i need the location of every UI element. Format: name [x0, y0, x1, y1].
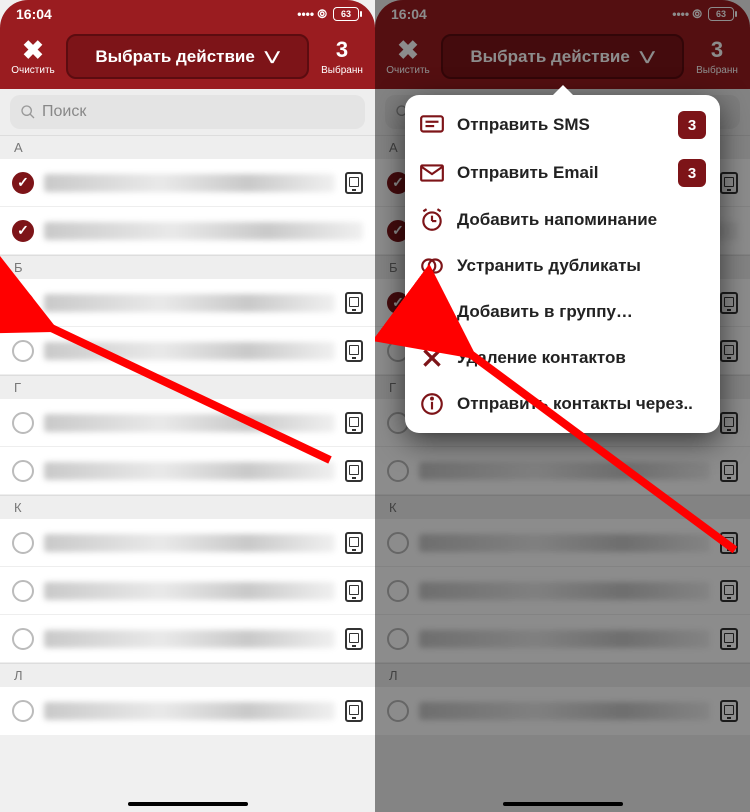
contact-row[interactable] — [0, 399, 375, 447]
contact-name-blur — [44, 174, 335, 192]
sms-icon — [419, 112, 445, 138]
phone-icon — [345, 292, 363, 314]
phone-icon — [345, 340, 363, 362]
contact-row[interactable] — [0, 519, 375, 567]
status-time: 16:04 — [16, 6, 52, 22]
section-header: Б — [0, 255, 375, 279]
search-input[interactable]: Поиск — [10, 95, 365, 129]
menu-delete-contacts[interactable]: Удаление контактов — [405, 335, 720, 381]
contact-row[interactable] — [0, 207, 375, 255]
checkbox-icon[interactable] — [12, 580, 34, 602]
copy-icon — [419, 299, 445, 325]
phone-icon — [345, 532, 363, 554]
menu-remove-duplicates[interactable]: Устранить дубликаты — [405, 243, 720, 289]
phone-icon — [345, 460, 363, 482]
checkbox-icon[interactable] — [12, 172, 34, 194]
checkbox-icon[interactable] — [12, 700, 34, 722]
section-header: Л — [0, 663, 375, 687]
phone-icon — [345, 580, 363, 602]
checkbox-icon[interactable] — [12, 292, 34, 314]
count-badge: 3 — [678, 111, 706, 139]
contact-name-blur — [44, 342, 335, 360]
contact-row[interactable] — [0, 687, 375, 735]
close-icon: ✖ — [22, 37, 44, 63]
delete-icon — [419, 345, 445, 371]
section-header: А — [0, 135, 375, 159]
menu-send-email[interactable]: Отправить Email 3 — [405, 149, 720, 197]
duplicates-icon — [419, 253, 445, 279]
phone-icon — [345, 700, 363, 722]
menu-share-contacts[interactable]: Отправить контакты через.. — [405, 381, 720, 427]
home-indicator[interactable] — [128, 802, 248, 806]
phone-icon — [345, 412, 363, 434]
screen-left: 16:04 •••• ⦾ 63 ✖ Очистить Выбрать дейст… — [0, 0, 375, 812]
phone-icon — [345, 628, 363, 650]
phone-icon — [345, 172, 363, 194]
search-wrapper: Поиск — [0, 89, 375, 135]
info-icon — [419, 391, 445, 417]
contact-row[interactable] — [0, 447, 375, 495]
count-badge: 3 — [678, 159, 706, 187]
checkbox-icon[interactable] — [12, 412, 34, 434]
search-icon — [20, 104, 36, 120]
checkbox-icon[interactable] — [12, 532, 34, 554]
email-icon — [419, 160, 445, 186]
section-header: Г — [0, 375, 375, 399]
checkbox-icon[interactable] — [12, 628, 34, 650]
checkbox-icon[interactable] — [12, 460, 34, 482]
clear-button[interactable]: ✖ Очистить — [6, 37, 60, 76]
contact-row[interactable] — [0, 159, 375, 207]
chevron-down-icon: ⋁ — [265, 49, 280, 64]
alarm-icon — [419, 207, 445, 233]
action-label: Выбрать действие — [95, 47, 254, 67]
checkbox-icon[interactable] — [12, 340, 34, 362]
contact-row[interactable] — [0, 327, 375, 375]
selected-count[interactable]: 3 Выбранн — [315, 37, 369, 76]
contact-name-blur — [44, 702, 335, 720]
choose-action-button[interactable]: Выбрать действие ⋁ — [66, 34, 309, 79]
contact-name-blur — [44, 462, 335, 480]
checkbox-icon[interactable] — [12, 220, 34, 242]
contact-row[interactable] — [0, 567, 375, 615]
contact-name-blur — [44, 222, 363, 240]
contact-name-blur — [44, 414, 335, 432]
contact-name-blur — [44, 630, 335, 648]
section-header: К — [0, 495, 375, 519]
status-signal-icon: •••• ⦾ — [297, 7, 327, 22]
contact-name-blur — [44, 294, 335, 312]
screen-right: 16:04 •••• ⦾ 63 ✖ Очистить Выбрать дейст… — [375, 0, 750, 812]
contact-name-blur — [44, 582, 335, 600]
menu-send-sms[interactable]: Отправить SMS 3 — [405, 101, 720, 149]
header: ✖ Очистить Выбрать действие ⋁ 3 Выбранн — [0, 28, 375, 89]
contact-row[interactable] — [0, 279, 375, 327]
status-bar: 16:04 •••• ⦾ 63 — [0, 0, 375, 28]
menu-add-reminder[interactable]: Добавить напоминание — [405, 197, 720, 243]
contact-name-blur — [44, 534, 335, 552]
action-menu: Отправить SMS 3 Отправить Email 3 Добави… — [405, 95, 720, 433]
contact-row[interactable] — [0, 615, 375, 663]
menu-add-to-group[interactable]: Добавить в группу… — [405, 289, 720, 335]
battery-icon: 63 — [333, 7, 359, 21]
